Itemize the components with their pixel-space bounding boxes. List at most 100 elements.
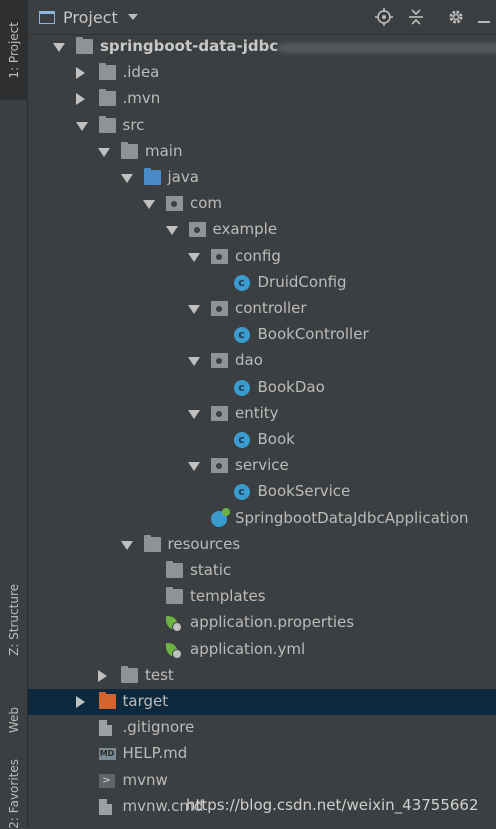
- tree-row[interactable]: entity: [28, 401, 496, 427]
- tree-item-label: .gitignore: [122, 718, 195, 737]
- tree-item-label: application.yml: [190, 639, 306, 658]
- tab-web-label: Web: [6, 706, 21, 734]
- tree-row[interactable]: target: [28, 689, 496, 715]
- project-tree[interactable]: springboot-data-jdbc .idea .mvn src main java…: [28, 34, 496, 828]
- tree-row[interactable]: service: [28, 453, 496, 479]
- java-class-icon: c: [233, 274, 250, 291]
- tree-row[interactable]: com: [28, 191, 496, 217]
- tab-web[interactable]: Web: [0, 690, 27, 750]
- tree-row[interactable]: resources: [28, 532, 496, 558]
- tab-structure[interactable]: Z: Structure: [0, 570, 27, 670]
- tab-favorites[interactable]: 2: Favorites: [0, 759, 27, 829]
- tree-item-label: SpringbootDataJdbcApplication: [235, 508, 469, 527]
- chevron-down-icon[interactable]: [127, 14, 138, 20]
- tree-item-label: java: [167, 168, 199, 186]
- tree-row[interactable]: static: [28, 558, 496, 584]
- tree-row[interactable]: > mvnw: [28, 768, 496, 794]
- tree-item-label: springboot-data-jdbc: [100, 37, 279, 55]
- tree-item-label: service: [235, 456, 289, 475]
- tree-item-label: .idea: [122, 63, 160, 82]
- chevron-down-icon[interactable]: [188, 357, 200, 367]
- tree-row[interactable]: MD HELP.md: [28, 741, 496, 767]
- watermark: https://blog.csdn.net/weixin_43755662: [186, 796, 479, 814]
- tree-row[interactable]: application.yml: [28, 637, 496, 663]
- tree-row[interactable]: c Book: [28, 427, 496, 453]
- tree-item-label: example: [212, 220, 278, 239]
- gear-icon[interactable]: [446, 7, 466, 27]
- chevron-right-icon[interactable]: [75, 93, 85, 106]
- chevron-down-icon[interactable]: [143, 200, 155, 210]
- tree-item-label: src: [122, 115, 145, 134]
- target-icon[interactable]: [374, 7, 394, 27]
- tree-item-label: com: [190, 194, 223, 213]
- spring-config-icon: [166, 642, 182, 659]
- tree-row[interactable]: application.properties: [28, 610, 496, 636]
- tree-row[interactable]: templates: [28, 584, 496, 610]
- hide-icon[interactable]: [474, 7, 494, 27]
- tool-window-sidebar: 1: Project Z: Structure Web 2: Favorites: [0, 0, 28, 829]
- folder-icon: [98, 63, 116, 81]
- folder-icon: [166, 561, 183, 578]
- project-view-title[interactable]: Project: [63, 8, 118, 27]
- tree-item-label: templates: [190, 587, 266, 606]
- chevron-down-icon[interactable]: [98, 147, 110, 157]
- chevron-right-icon[interactable]: [98, 669, 107, 682]
- chevron-down-icon[interactable]: [120, 174, 133, 183]
- chevron-down-icon[interactable]: [188, 462, 200, 472]
- java-class-icon: c: [233, 484, 250, 501]
- tree-item-label: BookController: [257, 325, 369, 344]
- tree-row[interactable]: src: [28, 113, 496, 139]
- tree-row[interactable]: c DruidConfig: [28, 270, 496, 296]
- tree-row[interactable]: .idea: [28, 60, 496, 86]
- tree-row[interactable]: main: [28, 139, 496, 165]
- tree-item-label: entity: [235, 403, 279, 422]
- chevron-down-icon[interactable]: [188, 305, 200, 314]
- chevron-down-icon[interactable]: [75, 121, 88, 131]
- tab-project[interactable]: 1: Project: [0, 0, 27, 100]
- folder-icon: [166, 587, 183, 605]
- chevron-down-icon[interactable]: [188, 252, 200, 262]
- text-file-icon: [98, 720, 112, 737]
- tree-row[interactable]: test: [28, 663, 496, 689]
- tree-item-label: dao: [235, 351, 263, 370]
- chevron-down-icon[interactable]: [188, 409, 200, 419]
- tree-item-label: DruidConfig: [257, 272, 347, 291]
- tree-item-label: main: [145, 141, 183, 160]
- spring-boot-class-icon: [211, 507, 230, 527]
- chevron-down-icon[interactable]: [120, 540, 133, 550]
- tree-row[interactable]: config: [28, 244, 496, 270]
- chevron-down-icon[interactable]: [53, 43, 65, 52]
- tree-item-label: test: [145, 665, 174, 684]
- tree-row[interactable]: c BookService: [28, 479, 496, 505]
- tree-row[interactable]: .gitignore: [28, 715, 496, 741]
- module-folder-icon: [76, 37, 93, 54]
- tree-row[interactable]: .mvn: [28, 86, 496, 112]
- redacted-path: [278, 43, 496, 53]
- tree-item-label: HELP.md: [122, 744, 188, 763]
- collapse-all-icon[interactable]: [406, 7, 426, 27]
- resources-folder-icon: [143, 534, 161, 552]
- project-toolbar: Project: [28, 0, 496, 35]
- tree-row[interactable]: springboot-data-jdbc: [28, 34, 496, 60]
- tree-row[interactable]: example: [28, 217, 496, 243]
- chevron-right-icon[interactable]: [75, 67, 85, 80]
- chevron-down-icon[interactable]: [165, 226, 178, 236]
- java-class-icon: c: [233, 327, 250, 344]
- tree-row[interactable]: SpringbootDataJdbcApplication: [28, 506, 496, 532]
- tree-row[interactable]: controller: [28, 296, 496, 322]
- tab-structure-label: Z: Structure: [6, 584, 21, 656]
- tree-item-label: controller: [235, 299, 307, 317]
- tree-row[interactable]: c BookDao: [28, 375, 496, 401]
- chevron-right-icon[interactable]: [75, 696, 85, 708]
- spring-config-icon: [166, 616, 182, 633]
- tree-row[interactable]: c BookController: [28, 322, 496, 348]
- source-folder-icon: [143, 168, 161, 185]
- tree-item-label: application.properties: [190, 613, 355, 632]
- tree-item-label: resources: [167, 534, 241, 553]
- tree-item-label: static: [190, 561, 232, 579]
- tree-item-label: .mvn: [122, 89, 161, 108]
- markdown-file-icon: MD: [98, 748, 116, 761]
- package-icon: [166, 196, 183, 212]
- tree-row[interactable]: java: [28, 165, 496, 191]
- tree-row[interactable]: dao: [28, 348, 496, 374]
